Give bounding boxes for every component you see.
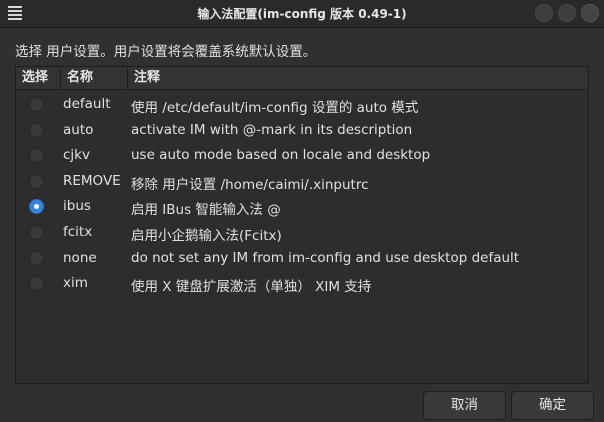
- radio-button-ibus[interactable]: [29, 199, 44, 215]
- window-title: 输入法配置(im-config 版本 0.49-1): [197, 7, 407, 21]
- list-row-none[interactable]: none do not set any IM from im-config and…: [16, 246, 588, 272]
- list-header: 选择 名称 注释: [16, 67, 588, 90]
- list-row-fcitx[interactable]: fcitx 启用小企鹅输入法(Fcitx): [16, 220, 588, 246]
- im-description: use auto mode based on locale and deskto…: [131, 147, 431, 164]
- radio-button-xim[interactable]: [29, 276, 44, 292]
- titlebar: 输入法配置(im-config 版本 0.49-1): [0, 0, 604, 28]
- im-name: fcitx: [63, 224, 93, 240]
- im-name: none: [63, 249, 97, 266]
- im-description: 使用 X 键盘扩展激活（单独） XIM 支持: [131, 279, 372, 296]
- radio-button-default[interactable]: [29, 97, 44, 112]
- maximize-button[interactable]: [558, 4, 576, 22]
- list-row-cjkv[interactable]: cjkv use auto mode based on locale and de…: [16, 143, 588, 169]
- list-row-default[interactable]: default 使用 /etc/default/im-config 设置的 aut…: [16, 92, 588, 118]
- im-description: 使用 /etc/default/im-config 设置的 auto 模式: [131, 100, 419, 116]
- radio-button-remove[interactable]: [29, 173, 44, 189]
- im-name: auto: [63, 121, 94, 138]
- im-name: cjkv: [63, 147, 90, 164]
- instruction-text: 选择 用户设置。用户设置将会覆盖系统默认设置。: [15, 44, 317, 60]
- im-description: 移除 用户设置 /home/caimi/.xinputrc: [131, 176, 369, 193]
- ok-button[interactable]: 确定: [511, 391, 594, 420]
- im-name: ibus: [63, 198, 91, 215]
- list-row-xim[interactable]: xim 使用 X 键盘扩展激活（单独） XIM 支持: [16, 271, 588, 297]
- minimize-button[interactable]: [535, 4, 553, 22]
- list-row-auto[interactable]: auto activate IM with @-mark in its descr…: [16, 118, 588, 144]
- radio-button-fcitx[interactable]: [29, 225, 44, 240]
- im-description: 启用 IBus 智能输入法 @: [131, 202, 281, 219]
- cancel-button[interactable]: 取消: [423, 391, 506, 420]
- im-name: xim: [63, 275, 88, 292]
- list-row-ibus[interactable]: ibus 启用 IBus 智能输入法 @: [16, 194, 588, 220]
- close-button[interactable]: [581, 4, 599, 22]
- im-description: 启用小企鹅输入法(Fcitx): [131, 228, 282, 244]
- column-header-comment[interactable]: 注释: [128, 67, 588, 89]
- im-description: activate IM with @-mark in its descripti…: [131, 121, 413, 138]
- im-name: REMOVE: [63, 172, 121, 189]
- radio-button-cjkv[interactable]: [29, 148, 44, 164]
- list-row-remove[interactable]: REMOVE 移除 用户设置 /home/caimi/.xinputrc: [16, 169, 588, 195]
- radio-button-none[interactable]: [29, 250, 44, 266]
- im-config-window: 输入法配置(im-config 版本 0.49-1) 选择 用户设置。用户设置将…: [0, 0, 604, 422]
- radio-button-auto[interactable]: [29, 122, 44, 138]
- column-header-select[interactable]: 选择: [16, 67, 61, 89]
- im-list: 选择 名称 注释 default 使用 /etc/default/im-confi…: [15, 66, 589, 384]
- column-header-name[interactable]: 名称: [61, 67, 128, 89]
- im-name: default: [63, 96, 111, 112]
- im-description: do not set any IM from im-config and use…: [131, 249, 520, 266]
